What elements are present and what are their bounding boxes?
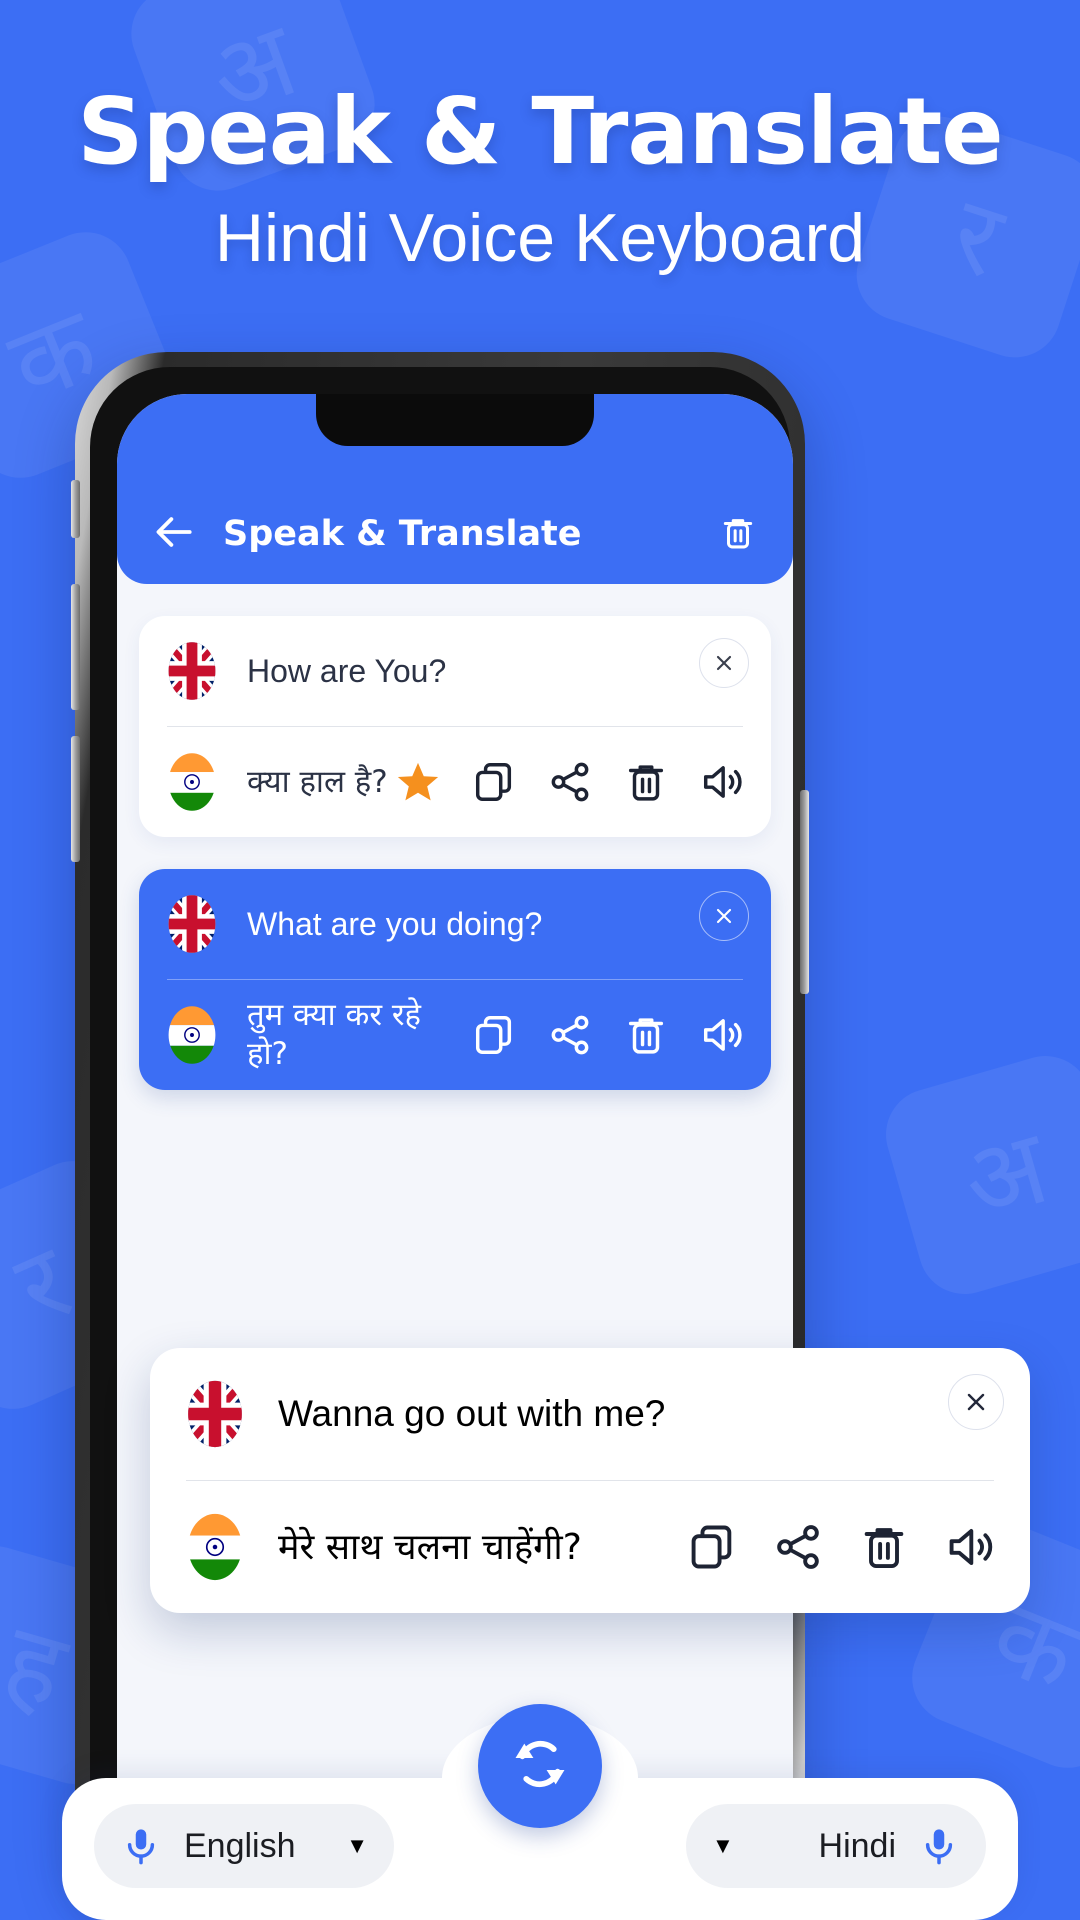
page-title: Speak & Translate bbox=[223, 514, 582, 554]
phone-mockup: Speak & Translate How are You? क्या हाल … bbox=[71, 352, 809, 1920]
microphone-icon[interactable] bbox=[120, 1820, 162, 1872]
close-icon[interactable] bbox=[699, 891, 749, 941]
target-text: मेरे साथ चलना चाहेंगी? bbox=[278, 1526, 582, 1568]
microphone-icon[interactable] bbox=[918, 1820, 960, 1872]
share-icon[interactable] bbox=[547, 1012, 593, 1058]
source-row: How are You? bbox=[165, 616, 745, 726]
background-tile: अ bbox=[875, 1045, 1080, 1305]
card-actions bbox=[686, 1521, 996, 1573]
copy-icon[interactable] bbox=[686, 1521, 738, 1573]
uk-flag-icon bbox=[165, 640, 219, 702]
share-icon[interactable] bbox=[772, 1521, 824, 1573]
hero-title: Speak & Translate bbox=[77, 78, 1003, 185]
star-icon[interactable] bbox=[395, 759, 441, 805]
copy-icon[interactable] bbox=[471, 759, 517, 805]
copy-icon[interactable] bbox=[471, 1012, 517, 1058]
back-arrow-icon[interactable] bbox=[153, 510, 197, 554]
trash-icon[interactable] bbox=[623, 1012, 669, 1058]
swap-languages-icon bbox=[507, 1731, 573, 1802]
volume-down-button[interactable] bbox=[71, 736, 80, 862]
source-row: What are you doing? bbox=[165, 869, 745, 979]
chevron-down-icon[interactable]: ▼ bbox=[346, 1835, 368, 1857]
card-actions bbox=[395, 759, 745, 805]
target-row: तुम क्या कर रहे हो? bbox=[165, 980, 745, 1090]
target-row: क्या हाल है? bbox=[165, 727, 745, 837]
source-text: Wanna go out with me? bbox=[278, 1392, 666, 1434]
speaker-icon[interactable] bbox=[699, 1012, 745, 1058]
source-language-selector[interactable]: English ▼ bbox=[94, 1804, 394, 1888]
card-actions bbox=[471, 1012, 745, 1058]
translation-card[interactable]: How are You? क्या हाल है? bbox=[139, 616, 771, 837]
uk-flag-icon bbox=[165, 893, 219, 955]
india-flag-icon bbox=[184, 1511, 246, 1583]
target-language-selector[interactable]: ▼ Hindi bbox=[686, 1804, 986, 1888]
power-button[interactable] bbox=[800, 790, 809, 994]
volume-up-button[interactable] bbox=[71, 584, 80, 710]
trash-icon[interactable] bbox=[858, 1521, 910, 1573]
trash-icon[interactable] bbox=[719, 512, 757, 554]
source-row: Wanna go out with me? bbox=[184, 1348, 996, 1480]
translation-card[interactable]: What are you doing? तुम क्या कर रहे हो? bbox=[139, 869, 771, 1090]
phone-bezel: Speak & Translate How are You? क्या हाल … bbox=[90, 367, 793, 1908]
india-flag-icon bbox=[165, 751, 219, 813]
source-text: How are You? bbox=[247, 653, 447, 689]
india-flag-icon bbox=[165, 1004, 219, 1066]
language-bottom-bar: English ▼ ▼ Hindi bbox=[62, 1704, 1018, 1920]
speaker-icon[interactable] bbox=[944, 1521, 996, 1573]
speaker-icon[interactable] bbox=[699, 759, 745, 805]
target-text: तुम क्या कर रहे हो? bbox=[247, 997, 421, 1072]
phone-screen: Speak & Translate How are You? क्या हाल … bbox=[117, 394, 793, 1908]
mute-switch-button[interactable] bbox=[71, 480, 80, 538]
target-language-label: Hindi bbox=[818, 1826, 896, 1865]
share-icon[interactable] bbox=[547, 759, 593, 805]
target-text: क्या हाल है? bbox=[247, 763, 388, 800]
trash-icon[interactable] bbox=[623, 759, 669, 805]
target-row: मेरे साथ चलना चाहेंगी? bbox=[184, 1481, 996, 1613]
translation-card-list: How are You? क्या हाल है? What are you d… bbox=[117, 584, 793, 1090]
phone-notch bbox=[316, 394, 594, 446]
close-icon[interactable] bbox=[699, 638, 749, 688]
close-icon[interactable] bbox=[948, 1374, 1004, 1430]
uk-flag-icon bbox=[184, 1378, 246, 1450]
chevron-down-icon[interactable]: ▼ bbox=[712, 1835, 734, 1857]
swap-languages-button[interactable] bbox=[478, 1704, 602, 1828]
source-language-label: English bbox=[184, 1826, 296, 1865]
translation-card[interactable]: Wanna go out with me? मेरे साथ चलना चाहे… bbox=[150, 1348, 1030, 1613]
hero-section: Speak & Translate Hindi Voice Keyboard bbox=[0, 0, 1080, 277]
source-text: What are you doing? bbox=[247, 906, 543, 942]
hero-subtitle: Hindi Voice Keyboard bbox=[214, 200, 866, 276]
